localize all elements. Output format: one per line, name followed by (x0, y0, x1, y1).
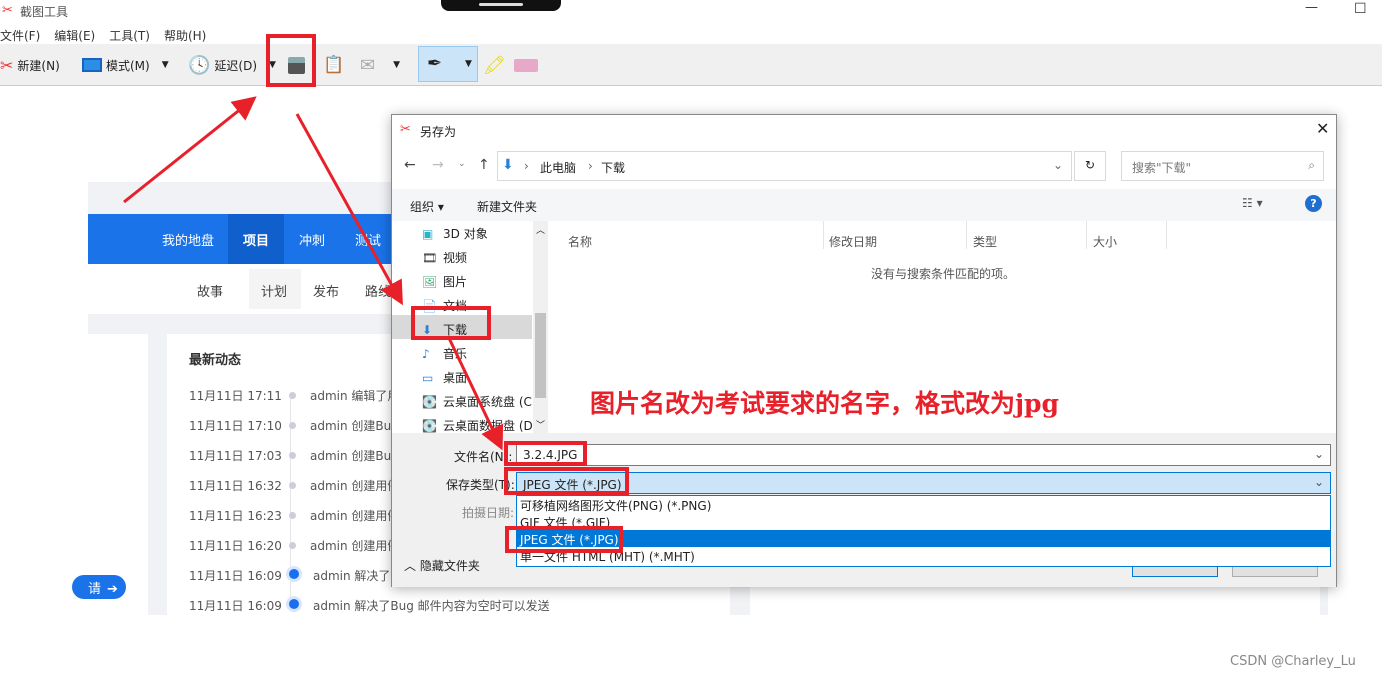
arrow-to-save (123, 96, 257, 204)
annotation-arrows (123, 96, 504, 451)
arrow-to-filename (446, 335, 504, 451)
arrow-to-downloads (295, 113, 403, 306)
watermark: CSDN @Charley_Lu (1230, 654, 1356, 669)
